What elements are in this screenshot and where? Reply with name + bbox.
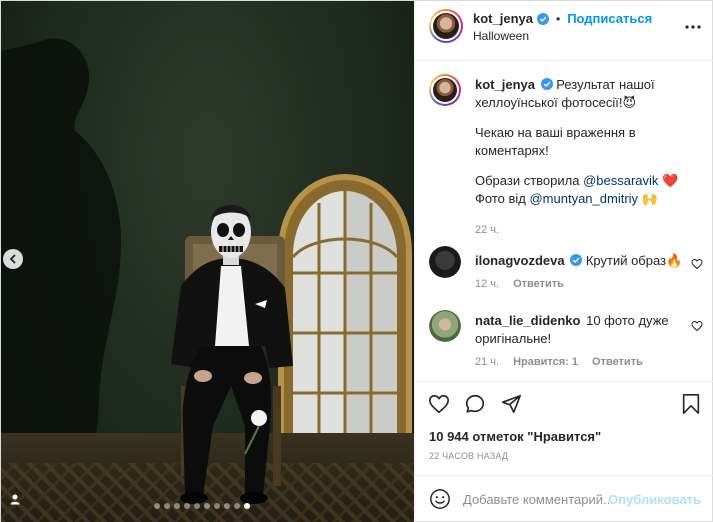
devil-emoji: 😈 — [622, 95, 636, 110]
tagged-users-button[interactable] — [7, 491, 23, 507]
like-button[interactable] — [427, 392, 451, 416]
commenter-avatar[interactable] — [429, 246, 461, 278]
verified-badge-icon — [536, 12, 549, 25]
save-button[interactable] — [679, 392, 703, 416]
author-username[interactable]: kot_jenya — [473, 11, 533, 26]
publish-button[interactable]: Опубликовать — [608, 492, 701, 507]
reply-button[interactable]: Ответить — [592, 356, 643, 368]
comment-time[interactable]: 21 ч. — [475, 356, 499, 368]
previous-slide-button[interactable] — [3, 249, 23, 269]
carousel-dot — [214, 503, 220, 509]
post-location[interactable]: Halloween — [473, 29, 529, 43]
comment-icon — [465, 394, 485, 413]
carousel-dot — [154, 503, 160, 509]
share-button[interactable] — [499, 392, 523, 416]
commenter-username[interactable]: ilonagvozdeva — [475, 253, 565, 268]
carousel-dot — [184, 503, 190, 509]
heart-emoji: ❤️ — [662, 173, 679, 188]
heart-icon — [429, 394, 449, 414]
reply-button[interactable]: Ответить — [513, 278, 564, 290]
comment-item: ilonagvozdeva Крутий образ🔥 12 ч. Ответи… — [429, 246, 703, 296]
likes-count[interactable]: 10 944 отметок "Нравится" — [429, 429, 601, 444]
man-in-skull-makeup — [171, 205, 293, 504]
comment-button[interactable] — [463, 392, 487, 416]
shadow-silhouette — [1, 38, 121, 461]
mention-link[interactable]: @bessaravik — [583, 173, 658, 188]
caption-time[interactable]: 22 ч. — [475, 224, 499, 236]
like-comment-icon[interactable] — [691, 258, 703, 270]
carousel-dot — [234, 503, 240, 509]
add-comment-bar: Опубликовать — [415, 475, 713, 522]
share-icon — [501, 394, 521, 414]
verified-badge-icon — [540, 78, 553, 90]
post-header: kot_jenya • Подписаться Halloween — [415, 1, 713, 61]
caption-line-2: Чекаю на ваші враження в коментарях! — [475, 125, 636, 158]
caption: kot_jenya Результат нашої хеллоуїнської … — [429, 74, 703, 236]
carousel-dot — [244, 503, 250, 509]
carousel-dot — [224, 503, 230, 509]
like-comment-icon[interactable] — [691, 320, 703, 332]
post-time[interactable]: 22 ЧАСОВ НАЗАД — [429, 451, 508, 461]
comments-list[interactable]: kot_jenya Результат нашої хеллоуїнської … — [415, 62, 713, 380]
carousel-dot — [164, 503, 170, 509]
carousel-dot — [174, 503, 180, 509]
comment-input[interactable] — [463, 488, 613, 510]
comment-likes[interactable]: Нравится: 1 — [513, 356, 578, 368]
user-tag-icon — [10, 494, 20, 505]
commenter-username[interactable]: nata_lie_didenko — [475, 313, 580, 328]
caption-line-4: Фото від — [475, 191, 526, 206]
commenter-avatar[interactable] — [429, 310, 461, 342]
carousel-dot — [194, 503, 200, 509]
bookmark-icon — [682, 394, 700, 414]
raised-hands-emoji: 🙌 — [641, 191, 658, 206]
chevron-left-icon — [9, 254, 16, 264]
comment-item: nata_lie_didenko 10 фото дуже оригінальн… — [429, 310, 703, 374]
post-actions — [415, 381, 713, 425]
separator: • — [555, 11, 561, 26]
fire-emoji: 🔥 — [666, 253, 683, 268]
emoji-icon[interactable] — [429, 488, 451, 510]
comment-time[interactable]: 12 ч. — [475, 278, 499, 290]
post-modal: kot_jenya • Подписаться Halloween kot_je… — [0, 0, 713, 522]
author-avatar[interactable] — [429, 9, 463, 43]
caption-username[interactable]: kot_jenya — [475, 77, 535, 92]
verified-badge-icon — [570, 254, 583, 266]
follow-button[interactable]: Подписаться — [567, 11, 652, 26]
post-photo[interactable] — [1, 1, 414, 522]
carousel-dot — [204, 503, 210, 509]
more-options-icon — [685, 25, 701, 29]
comment-text: Крутий образ — [585, 253, 667, 268]
post-details-pane: kot_jenya • Подписаться Halloween kot_je… — [414, 1, 713, 522]
caption-avatar[interactable] — [429, 74, 461, 106]
more-options-button[interactable] — [683, 17, 703, 37]
carousel-indicator — [154, 503, 250, 509]
mention-link[interactable]: @muntyan_dmitriy — [529, 191, 638, 206]
caption-line-3: Образи створила — [475, 173, 580, 188]
